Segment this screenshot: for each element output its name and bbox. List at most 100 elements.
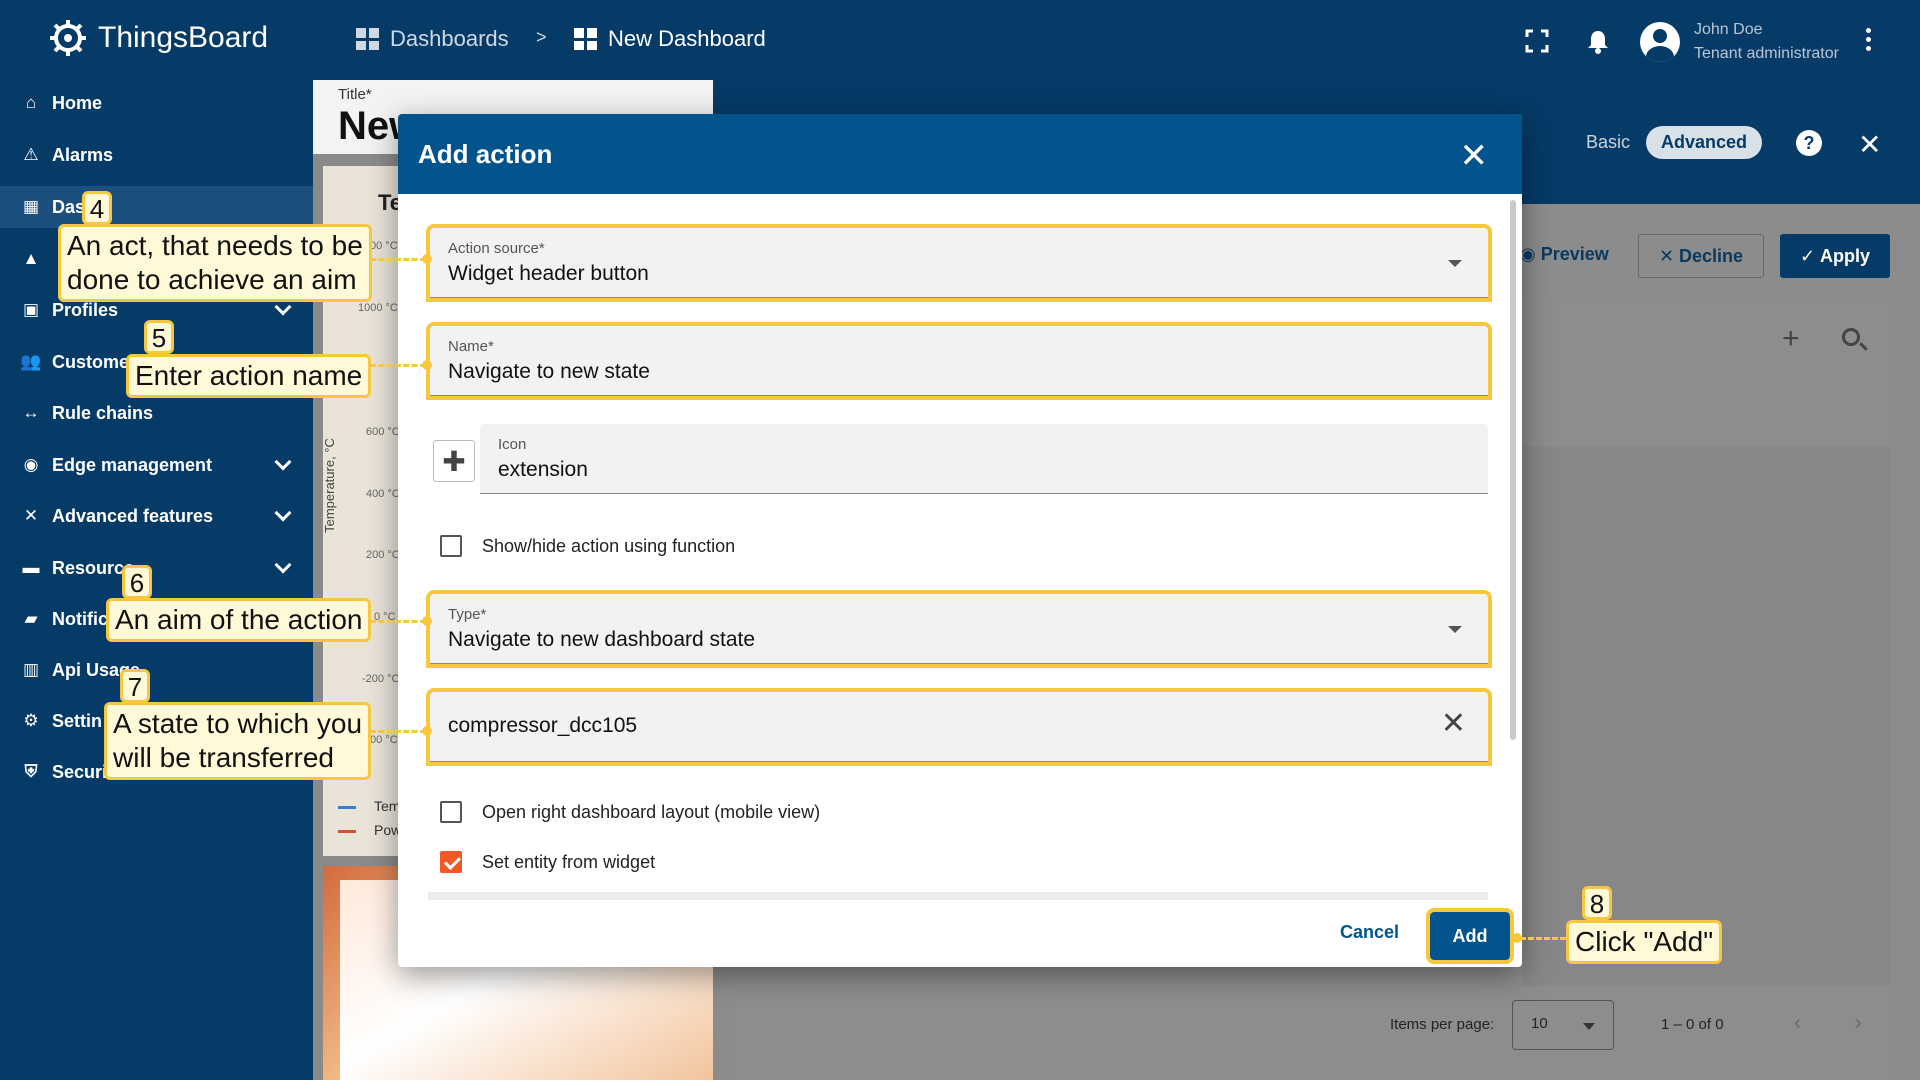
- chart-tick: 00 °C: [370, 734, 398, 746]
- breadcrumb-dashboards[interactable]: Dashboards: [356, 26, 509, 52]
- sidebar-item-label: Home: [52, 92, 103, 113]
- show-hide-checkbox[interactable]: Show/hide action using function: [440, 535, 735, 557]
- sidebar-item-edge-management[interactable]: ◉ Edge management: [0, 444, 313, 486]
- apply-button[interactable]: ✓ Apply: [1780, 234, 1890, 278]
- warning-icon: ⚠: [23, 145, 39, 164]
- checkbox-unchecked[interactable]: [440, 801, 462, 823]
- callout-dot: [422, 726, 432, 736]
- sidebar-item-advanced-features[interactable]: ✕ Advanced features: [0, 495, 313, 537]
- widget-editor-panel-inner: [1523, 446, 1890, 986]
- target-state-input[interactable]: compressor_dcc105 ✕: [426, 688, 1492, 766]
- callout-text: A state to which you: [113, 708, 363, 739]
- breadcrumb-new-dashboard[interactable]: New Dashboard: [574, 26, 766, 52]
- preview-button[interactable]: ◉ Preview: [1520, 244, 1609, 265]
- edge-icon: ◉: [23, 455, 39, 474]
- mode-advanced-toggle[interactable]: Advanced: [1646, 126, 1763, 159]
- action-source-label: Action source*: [448, 240, 545, 257]
- checkbox-checked[interactable]: [440, 851, 462, 873]
- sidebar-item-label: Edge management: [52, 454, 213, 475]
- help-icon[interactable]: ?: [1796, 130, 1822, 156]
- sidebar-item-label: Securi: [52, 761, 108, 782]
- prev-page-icon[interactable]: ‹: [1794, 1012, 1801, 1035]
- callout-text: An act, that needs to be: [67, 230, 363, 261]
- callout-dot: [1512, 933, 1522, 943]
- customers-icon: 👥: [20, 352, 42, 371]
- chevron-down-icon: [274, 504, 292, 522]
- close-icon[interactable]: ✕: [1858, 128, 1881, 161]
- dialog-title: Add action: [418, 138, 553, 169]
- breadcrumb-dashboards-label: Dashboards: [390, 26, 509, 51]
- close-icon: ✕: [1658, 245, 1680, 266]
- dialog-scrollbar[interactable]: [1510, 200, 1516, 740]
- avatar: [1640, 22, 1680, 62]
- plus-icon[interactable]: +: [1782, 322, 1800, 356]
- chart-tick: -200 °C: [362, 673, 400, 685]
- user-menu[interactable]: John Doe Tenant administrator: [1640, 18, 1839, 66]
- sidebar-item-alarms[interactable]: ⚠ Alarms: [0, 134, 313, 176]
- open-right-layout-checkbox[interactable]: Open right dashboard layout (mobile view…: [440, 801, 820, 823]
- search-icon[interactable]: [1842, 328, 1860, 346]
- callout-number: 4: [82, 191, 112, 225]
- more-vert-icon[interactable]: [1866, 28, 1872, 55]
- callout-dot: [422, 254, 432, 264]
- icon-input[interactable]: Icon extension: [480, 424, 1488, 494]
- sidebar-item-resources[interactable]: ▬ Resource: [0, 547, 313, 589]
- fullscreen-icon[interactable]: [1524, 28, 1550, 54]
- dropdown-arrow-icon: [1448, 260, 1462, 267]
- callout-text: done to achieve an aim: [67, 264, 357, 295]
- type-label: Type*: [448, 606, 487, 623]
- check-icon: ✓: [1799, 245, 1821, 266]
- callout-connector: [370, 258, 426, 261]
- callout-number: 7: [120, 669, 150, 703]
- folder-icon: ▬: [22, 558, 40, 577]
- dashboard-icon: [356, 28, 380, 50]
- dashboard-title-label: Title*: [338, 86, 372, 103]
- chart-tick: 00 °C: [370, 240, 398, 252]
- sidebar-item-label: Custome: [52, 351, 130, 372]
- callout-add: Click "Add": [1566, 920, 1723, 964]
- callout-text: Enter action name: [135, 360, 363, 391]
- name-input[interactable]: Name* Navigate to new state: [426, 322, 1492, 400]
- sidebar-item-dashboards[interactable]: ▦ Das: [0, 186, 313, 228]
- dialog-close-icon[interactable]: ✕: [1460, 136, 1489, 176]
- set-entity-checkbox[interactable]: Set entity from widget: [440, 851, 655, 873]
- callout-text: will be transferred: [113, 742, 334, 773]
- logo[interactable]: ThingsBoard: [46, 16, 268, 60]
- dashboard-icon: [574, 28, 598, 50]
- type-value: Navigate to new dashboard state: [448, 628, 756, 651]
- add-button[interactable]: Add: [1426, 908, 1514, 964]
- icon-value: extension: [498, 458, 588, 481]
- extension-icon[interactable]: ✚: [433, 440, 475, 482]
- rule-chain-icon: ↔: [22, 403, 40, 422]
- mode-basic-toggle[interactable]: Basic: [1586, 132, 1630, 153]
- sidebar-item-label: Alarms: [52, 144, 114, 165]
- clear-icon[interactable]: ✕: [1441, 706, 1466, 741]
- chevron-down-icon: [274, 453, 292, 471]
- shield-icon: ⛨: [24, 762, 38, 781]
- next-page-icon[interactable]: ›: [1855, 1012, 1862, 1035]
- callout-connector: [1520, 937, 1566, 940]
- gear-icon: ⚙: [23, 711, 39, 730]
- action-source-value: Widget header button: [448, 262, 649, 285]
- chart-tick: 400 °C: [366, 488, 400, 500]
- callout-number: 6: [122, 565, 152, 599]
- decline-button[interactable]: ✕ Decline: [1638, 234, 1764, 278]
- callout-number: 5: [144, 320, 174, 354]
- set-entity-label: Set entity from widget: [482, 851, 656, 872]
- sidebar-item-rule-chains[interactable]: ↔ Rule chains: [0, 392, 313, 434]
- items-per-page-select[interactable]: 10: [1512, 1000, 1614, 1050]
- icon-label: Icon: [498, 436, 527, 453]
- breadcrumb-new-dashboard-label: New Dashboard: [608, 26, 766, 51]
- type-select[interactable]: Type* Navigate to new dashboard state: [426, 590, 1492, 668]
- sidebar-item-home[interactable]: ⌂ Home: [0, 82, 313, 124]
- callout-name: Enter action name: [126, 354, 372, 398]
- entities-icon: ▲: [22, 249, 40, 268]
- sidebar-item-label: Notific: [52, 608, 108, 629]
- bell-icon[interactable]: [1585, 28, 1611, 54]
- action-source-select[interactable]: Action source* Widget header button: [426, 224, 1492, 302]
- checkbox-unchecked[interactable]: [440, 535, 462, 557]
- legend-swatch: [338, 806, 356, 809]
- cancel-button[interactable]: Cancel: [1340, 922, 1399, 943]
- sidebar-item-api-usage[interactable]: ▥ Api Usage: [0, 649, 313, 691]
- callout-state: A state to which you will be transferred: [104, 702, 372, 780]
